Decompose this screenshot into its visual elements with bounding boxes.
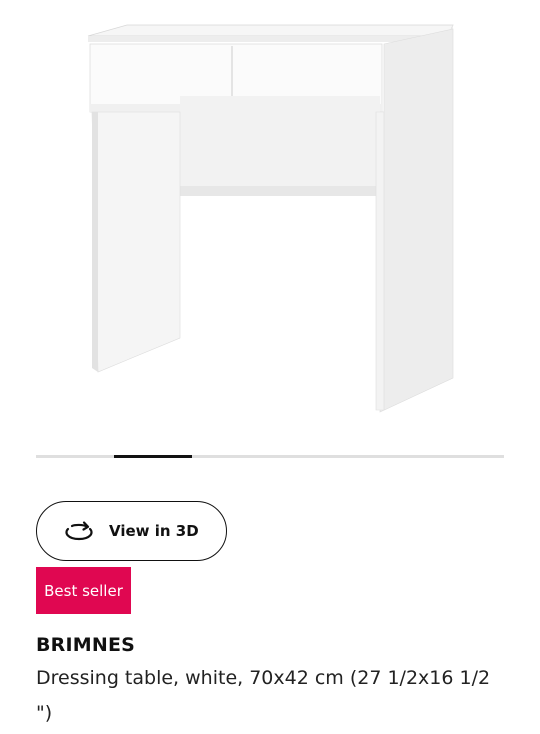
rotate-3d-icon <box>62 520 96 544</box>
product-description: Dressing table, white, 70x42 cm (27 1/2x… <box>36 667 491 724</box>
image-carousel-indicator[interactable] <box>36 455 504 458</box>
view-in-3d-label: View in 3D <box>109 522 199 540</box>
carousel-active-indicator <box>114 455 192 458</box>
view-in-3d-button[interactable]: View in 3D <box>36 501 227 561</box>
product-name: BRIMNES <box>36 634 136 656</box>
best-seller-badge: Best seller <box>36 567 131 614</box>
product-image[interactable] <box>36 0 504 440</box>
